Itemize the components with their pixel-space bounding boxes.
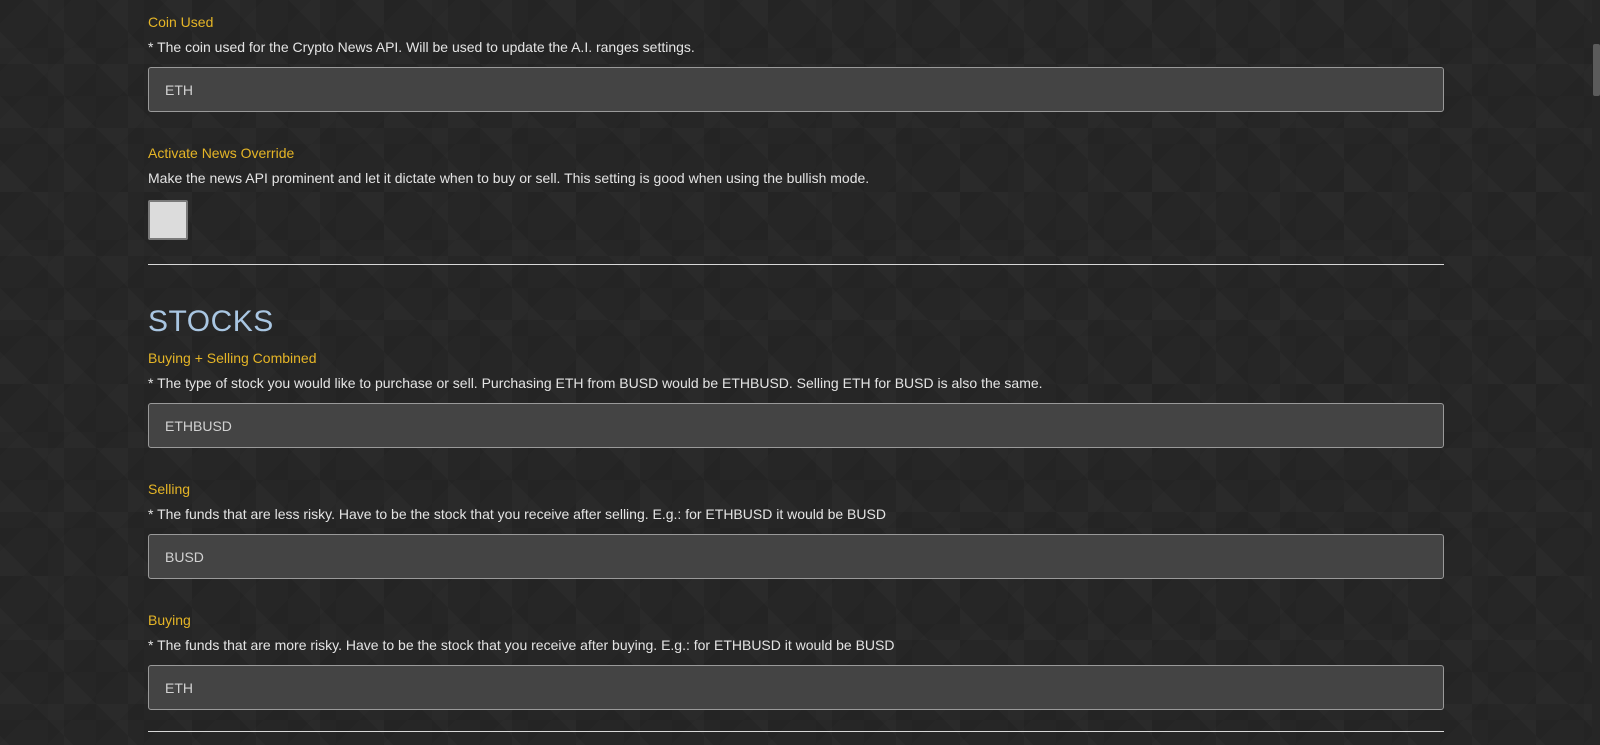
coin-used-input[interactable] xyxy=(148,67,1444,112)
buying-input[interactable] xyxy=(148,665,1444,710)
buying-description: * The funds that are more risky. Have to… xyxy=(148,637,895,653)
scrollbar-thumb[interactable] xyxy=(1593,44,1600,96)
coin-used-label: Coin Used xyxy=(148,14,214,30)
news-override-checkbox[interactable] xyxy=(148,200,188,240)
stocks-section-title: STOCKS xyxy=(148,305,274,338)
section-divider xyxy=(148,264,1444,265)
selling-description: * The funds that are less risky. Have to… xyxy=(148,506,886,522)
selling-input[interactable] xyxy=(148,534,1444,579)
coin-used-description: * The coin used for the Crypto News API.… xyxy=(148,39,695,55)
news-override-label: Activate News Override xyxy=(148,145,295,161)
scrollbar-track[interactable] xyxy=(1592,0,1600,745)
buying-label: Buying xyxy=(148,612,191,628)
combined-label: Buying + Selling Combined xyxy=(148,350,317,366)
section-divider-bottom xyxy=(148,731,1444,732)
combined-description: * The type of stock you would like to pu… xyxy=(148,375,1043,391)
news-override-description: Make the news API prominent and let it d… xyxy=(148,170,870,186)
combined-input[interactable] xyxy=(148,403,1444,448)
selling-label: Selling xyxy=(148,481,191,497)
